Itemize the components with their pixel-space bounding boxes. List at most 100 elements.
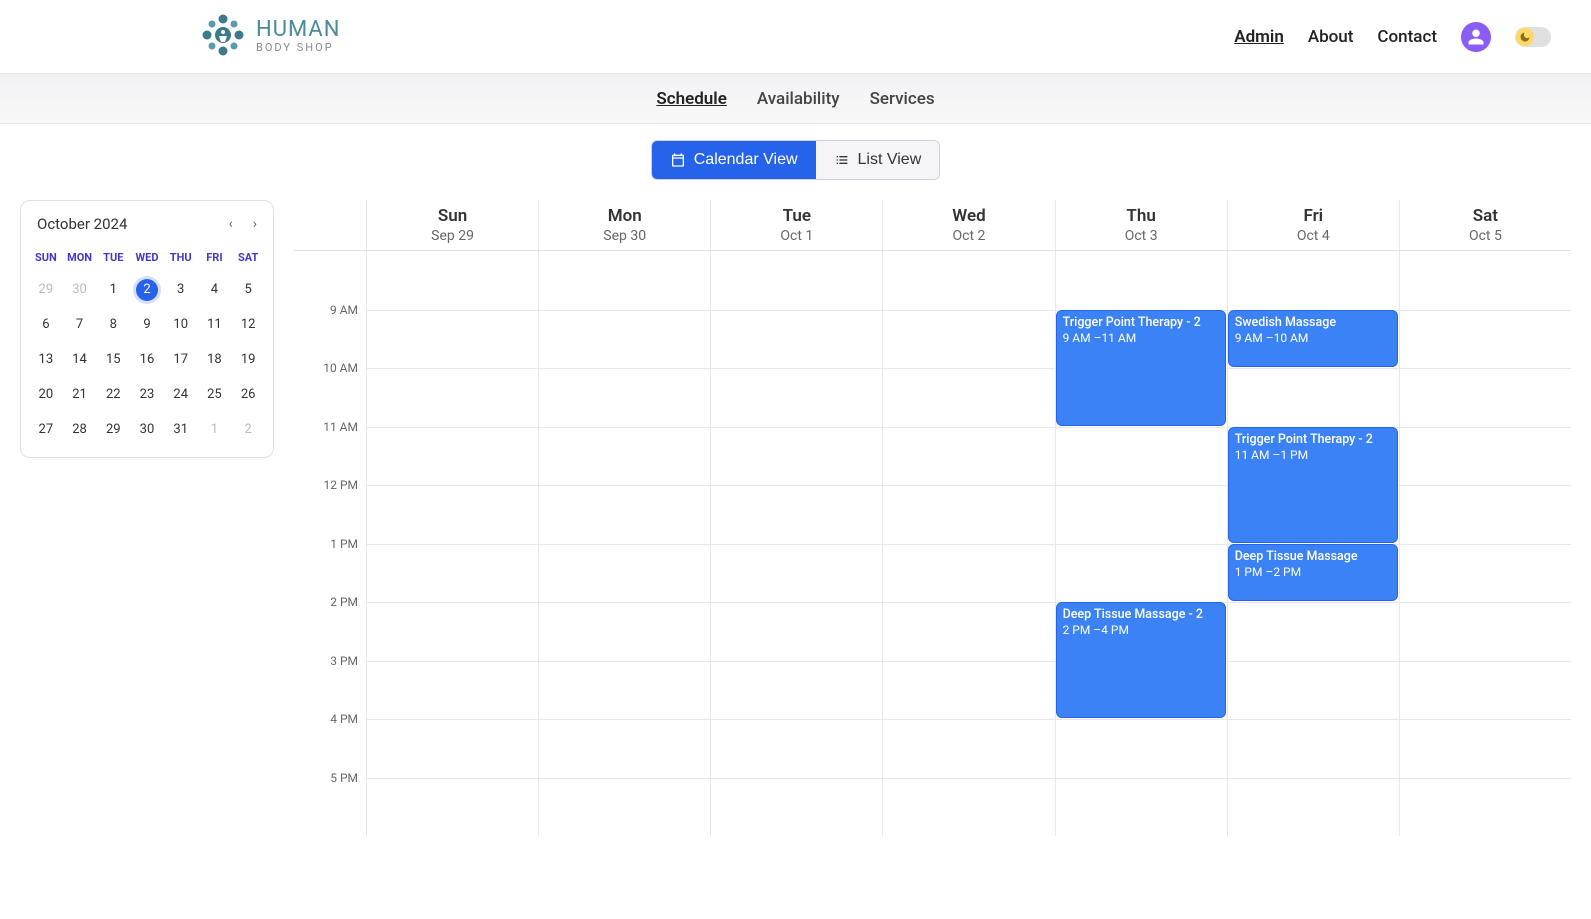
hour-cell[interactable] <box>366 427 538 486</box>
mini-cal-day[interactable]: 15 <box>96 342 130 377</box>
nav-about[interactable]: About <box>1308 27 1354 47</box>
mini-cal-day[interactable]: 20 <box>29 377 63 412</box>
mini-cal-day[interactable]: 24 <box>164 377 198 412</box>
mini-cal-day[interactable]: 27 <box>29 412 63 447</box>
hour-cell[interactable] <box>1227 251 1399 310</box>
mini-cal-day[interactable]: 23 <box>130 377 164 412</box>
hour-cell[interactable] <box>882 719 1054 778</box>
hour-cell[interactable] <box>538 602 710 661</box>
calendar-event[interactable]: Trigger Point Therapy - 29 AM –11 AM <box>1056 310 1226 426</box>
mini-cal-day[interactable]: 13 <box>29 342 63 377</box>
hour-cell[interactable] <box>710 719 882 778</box>
mini-cal-day[interactable]: 2 <box>231 412 265 447</box>
hour-cell[interactable] <box>1055 251 1227 310</box>
mini-cal-day[interactable]: 8 <box>96 307 130 342</box>
hour-cell[interactable] <box>882 427 1054 486</box>
hour-cell[interactable] <box>882 544 1054 603</box>
calendar-view-button[interactable]: Calendar View <box>652 141 816 179</box>
hour-cell[interactable] <box>538 485 710 544</box>
mini-cal-day[interactable]: 14 <box>63 342 97 377</box>
hour-cell[interactable] <box>710 544 882 603</box>
hour-cell[interactable] <box>538 251 710 310</box>
hour-cell[interactable] <box>1227 602 1399 661</box>
brand-logo[interactable]: HUMAN BODY SHOP <box>200 12 340 62</box>
hour-cell[interactable] <box>882 310 1054 369</box>
mini-cal-prev[interactable]: ‹ <box>229 216 233 232</box>
calendar-event[interactable]: Swedish Massage9 AM –10 AM <box>1228 310 1398 368</box>
calendar-event[interactable]: Trigger Point Therapy - 211 AM –1 PM <box>1228 427 1398 543</box>
hour-cell[interactable] <box>710 661 882 720</box>
hour-cell[interactable] <box>1399 485 1571 544</box>
hour-cell[interactable] <box>882 778 1054 837</box>
hour-cell[interactable] <box>538 427 710 486</box>
hour-cell[interactable] <box>366 778 538 837</box>
mini-cal-day[interactable]: 19 <box>231 342 265 377</box>
nav-contact[interactable]: Contact <box>1377 27 1437 47</box>
mini-cal-day[interactable]: 5 <box>231 272 265 307</box>
mini-cal-day[interactable]: 12 <box>231 307 265 342</box>
mini-cal-day[interactable]: 11 <box>198 307 232 342</box>
avatar[interactable] <box>1461 22 1491 52</box>
hour-cell[interactable] <box>1055 719 1227 778</box>
mini-cal-day[interactable]: 7 <box>63 307 97 342</box>
hour-cell[interactable] <box>538 661 710 720</box>
hour-cell[interactable] <box>366 544 538 603</box>
mini-cal-day[interactable]: 10 <box>164 307 198 342</box>
hour-cell[interactable] <box>1399 661 1571 720</box>
hour-cell[interactable] <box>366 251 538 310</box>
hour-cell[interactable] <box>710 368 882 427</box>
mini-cal-day[interactable]: 29 <box>29 272 63 307</box>
hour-cell[interactable] <box>1399 368 1571 427</box>
hour-cell[interactable] <box>366 602 538 661</box>
hour-cell[interactable] <box>366 661 538 720</box>
hour-cell[interactable] <box>1055 427 1227 486</box>
calendar-event[interactable]: Deep Tissue Massage1 PM –2 PM <box>1228 544 1398 602</box>
mini-cal-day[interactable]: 17 <box>164 342 198 377</box>
hour-cell[interactable] <box>710 778 882 837</box>
hour-cell[interactable] <box>538 368 710 427</box>
mini-cal-day[interactable]: 26 <box>231 377 265 412</box>
mini-cal-day[interactable]: 9 <box>130 307 164 342</box>
mini-cal-day[interactable]: 30 <box>130 412 164 447</box>
hour-cell[interactable] <box>710 251 882 310</box>
hour-cell[interactable] <box>1399 251 1571 310</box>
nav-admin[interactable]: Admin <box>1234 27 1284 47</box>
hour-cell[interactable] <box>1399 602 1571 661</box>
mini-cal-day[interactable]: 29 <box>96 412 130 447</box>
hour-cell[interactable] <box>710 310 882 369</box>
subnav-availability[interactable]: Availability <box>757 89 840 109</box>
hour-cell[interactable] <box>366 719 538 778</box>
hour-cell[interactable] <box>1399 310 1571 369</box>
hour-cell[interactable] <box>710 602 882 661</box>
hour-cell[interactable] <box>1227 778 1399 837</box>
mini-cal-day[interactable]: 31 <box>164 412 198 447</box>
hour-cell[interactable] <box>882 368 1054 427</box>
list-view-button[interactable]: List View <box>816 141 940 179</box>
subnav-services[interactable]: Services <box>870 89 935 109</box>
mini-cal-day[interactable]: 1 <box>96 272 130 307</box>
hour-cell[interactable] <box>1227 661 1399 720</box>
mini-cal-day[interactable]: 6 <box>29 307 63 342</box>
mini-cal-day[interactable]: 18 <box>198 342 232 377</box>
mini-cal-day[interactable]: 1 <box>198 412 232 447</box>
hour-cell[interactable] <box>538 719 710 778</box>
mini-cal-day[interactable]: 22 <box>96 377 130 412</box>
mini-cal-day[interactable]: 21 <box>63 377 97 412</box>
hour-cell[interactable] <box>366 368 538 427</box>
mini-cal-day[interactable]: 30 <box>63 272 97 307</box>
hour-cell[interactable] <box>710 485 882 544</box>
hour-cell[interactable] <box>1399 778 1571 837</box>
mini-cal-next[interactable]: › <box>253 216 257 232</box>
hour-cell[interactable] <box>1055 485 1227 544</box>
hour-cell[interactable] <box>882 251 1054 310</box>
hour-cell[interactable] <box>1399 544 1571 603</box>
hour-cell[interactable] <box>882 602 1054 661</box>
theme-toggle[interactable] <box>1515 27 1551 47</box>
mini-cal-day[interactable]: 28 <box>63 412 97 447</box>
hour-cell[interactable] <box>366 485 538 544</box>
mini-cal-day[interactable]: 16 <box>130 342 164 377</box>
hour-cell[interactable] <box>1399 719 1571 778</box>
hour-cell[interactable] <box>1399 427 1571 486</box>
hour-cell[interactable] <box>1055 778 1227 837</box>
hour-cell[interactable] <box>538 544 710 603</box>
